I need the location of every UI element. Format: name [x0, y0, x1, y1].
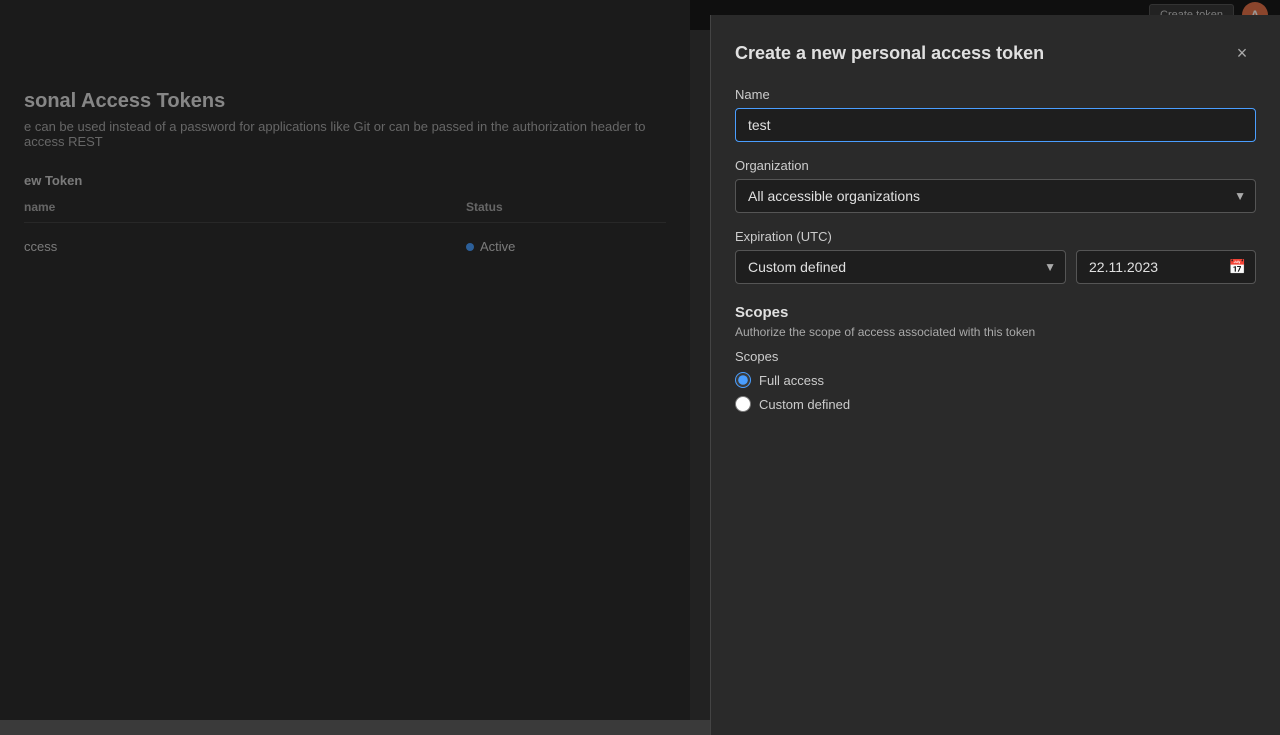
date-input-wrapper: 📅	[1076, 250, 1256, 284]
org-select-wrapper: All accessible organizations My organiza…	[735, 179, 1256, 213]
create-token-modal: Create a new personal access token × Nam…	[710, 15, 1280, 735]
name-input[interactable]	[735, 108, 1256, 142]
full-access-radio[interactable]	[735, 372, 751, 388]
scopes-radio-group: Full access Custom defined	[735, 372, 1256, 412]
expiry-select[interactable]: Custom defined 30 days 60 days 90 days N…	[735, 250, 1066, 284]
scopes-title: Scopes	[735, 304, 1256, 321]
custom-defined-radio-label[interactable]: Custom defined	[735, 396, 1256, 412]
modal-title: Create a new personal access token	[735, 43, 1044, 64]
org-label: Organization	[735, 158, 1256, 173]
name-label: Name	[735, 87, 1256, 102]
org-select[interactable]: All accessible organizations My organiza…	[735, 179, 1256, 213]
full-access-radio-label[interactable]: Full access	[735, 372, 1256, 388]
modal-header: Create a new personal access token ×	[735, 39, 1256, 67]
expiry-row: Custom defined 30 days 60 days 90 days N…	[735, 250, 1256, 284]
scopes-row: Scopes	[735, 349, 1256, 364]
close-modal-button[interactable]: ×	[1228, 39, 1256, 67]
expiry-label: Expiration (UTC)	[735, 229, 1256, 244]
org-field-group: Organization All accessible organization…	[735, 158, 1256, 213]
custom-defined-label: Custom defined	[759, 397, 850, 412]
full-access-label: Full access	[759, 373, 824, 388]
scopes-section: Scopes Authorize the scope of access ass…	[735, 304, 1256, 412]
name-field-group: Name	[735, 87, 1256, 142]
custom-defined-radio[interactable]	[735, 396, 751, 412]
scopes-label: Scopes	[735, 349, 778, 364]
expiry-select-wrapper: Custom defined 30 days 60 days 90 days N…	[735, 250, 1066, 284]
date-input[interactable]	[1076, 250, 1256, 284]
scopes-description: Authorize the scope of access associated…	[735, 325, 1256, 339]
expiry-field-group: Expiration (UTC) Custom defined 30 days …	[735, 229, 1256, 284]
